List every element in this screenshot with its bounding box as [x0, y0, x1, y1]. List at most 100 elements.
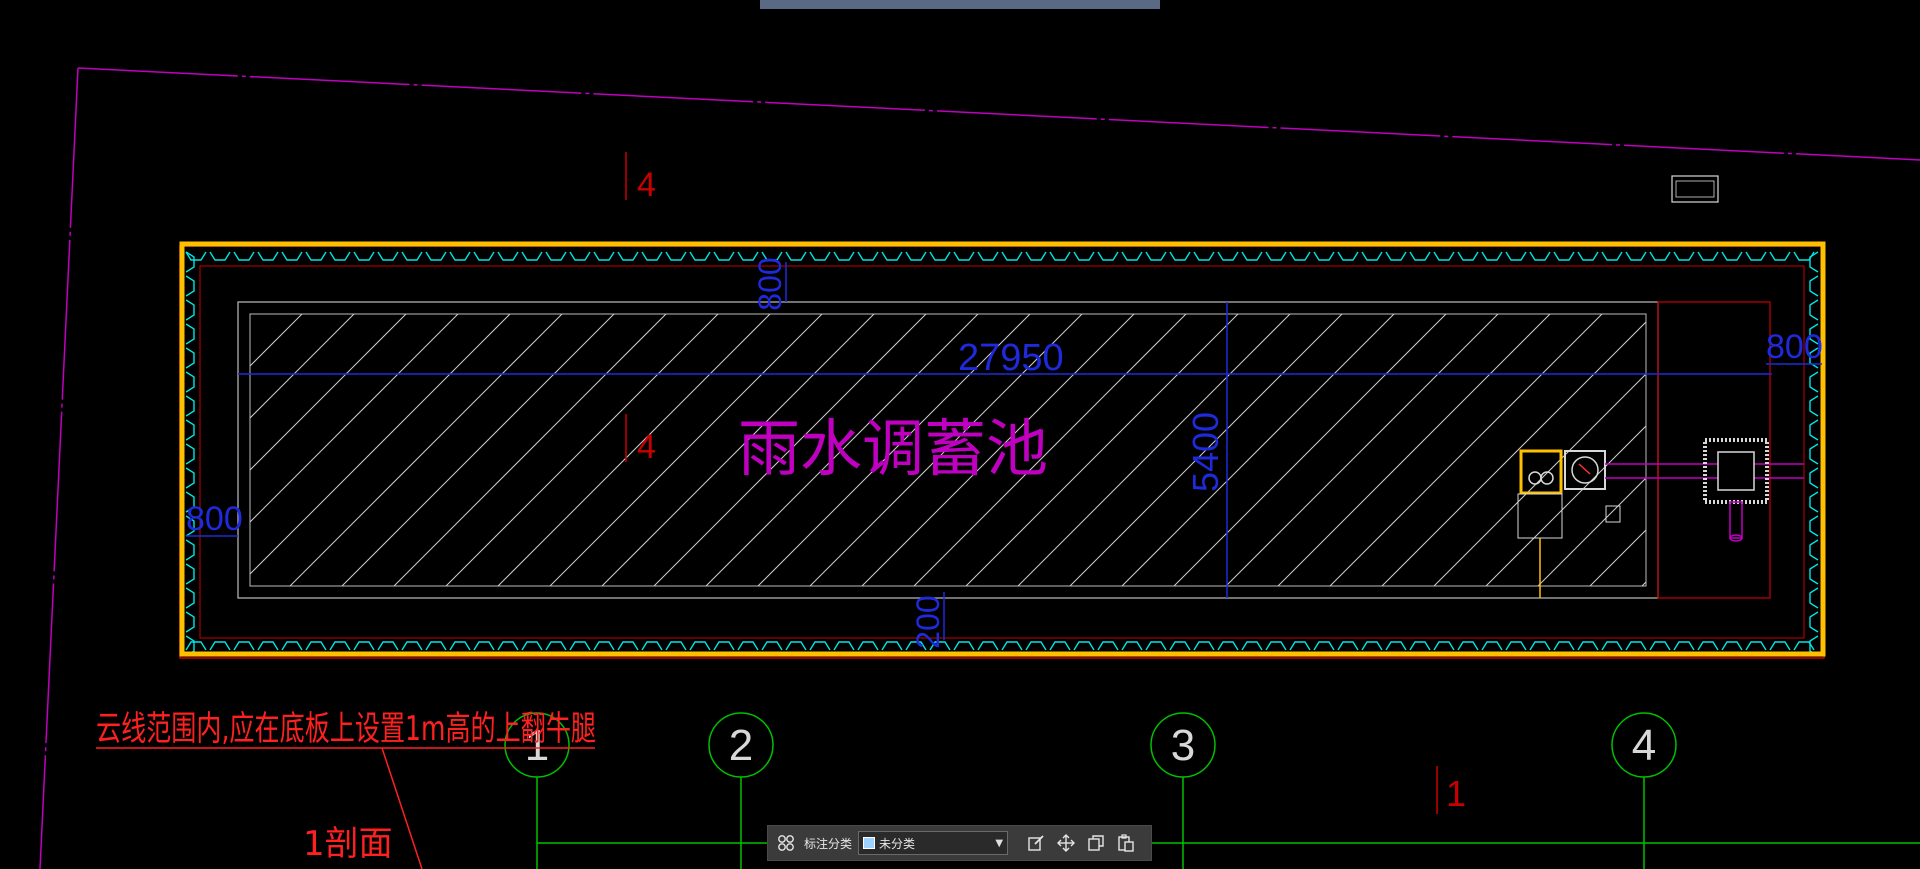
cloud-scallop [1457, 641, 1479, 651]
annotation-category-label: 标注分类 [804, 836, 853, 851]
cloud-scallop [1649, 641, 1671, 651]
cloud-scallop [1601, 641, 1623, 651]
valve-gauge-needle [1578, 463, 1591, 475]
riser-pipe [1729, 501, 1743, 539]
annotation-category-select[interactable]: 未分类 ▼ [858, 831, 1009, 855]
paste-icon[interactable] [1114, 831, 1138, 855]
cloud-scallop [1049, 251, 1071, 261]
cloud-scallop [425, 251, 447, 261]
cloud-scallop [1361, 641, 1383, 651]
cloud-scallop [353, 251, 375, 261]
pump-icon-b [1540, 471, 1554, 485]
cloud-scallop [521, 251, 543, 261]
cloud-scallop [353, 641, 375, 651]
pump-room [1657, 301, 1771, 599]
cloud-scallop [1809, 395, 1819, 417]
cloud-scallop [1809, 419, 1819, 441]
cloud-scallop [377, 251, 399, 261]
cloud-scallop [281, 251, 303, 261]
hatch-line [445, 314, 719, 586]
hatch-line [1225, 314, 1499, 586]
cloud-scallop [689, 251, 711, 261]
grid-icon[interactable] [774, 831, 798, 855]
hatch-line [1902, 314, 1920, 586]
cloud-scallop [593, 641, 615, 651]
cloud-scallop [809, 251, 831, 261]
hatch-line [497, 314, 771, 586]
cloud-scallop [1553, 641, 1575, 651]
cloud-scallop [1433, 251, 1455, 261]
cloud-scallop [185, 371, 195, 393]
dim-top-label: 800 [752, 257, 788, 310]
cloud-scallop [209, 251, 231, 261]
cloud-scallop [1193, 251, 1215, 261]
grid-axes: 1 2 3 4 [504, 712, 1920, 869]
cloud-scallop [257, 251, 279, 261]
cloud-scallop [545, 251, 567, 261]
cloud-scallop [1809, 275, 1819, 297]
cloud-scallop [1793, 641, 1815, 651]
cloud-scallop [1073, 641, 1095, 651]
dim-width-label: 5400 [1185, 412, 1226, 492]
cloud-scallop [1217, 251, 1239, 261]
cloud-scallop [881, 251, 903, 261]
move-icon[interactable] [1054, 831, 1078, 855]
cloud-scallop [1457, 251, 1479, 261]
selected-category: 未分类 [879, 836, 916, 851]
hatch-line [289, 314, 563, 586]
cloud-scallop [1145, 251, 1167, 261]
cloud-scallop [1769, 251, 1791, 261]
cloud-scallop [377, 641, 399, 651]
cloud-scallop [1241, 251, 1263, 261]
cloud-scallop [665, 641, 687, 651]
copy-icon[interactable] [1084, 831, 1108, 855]
drawing-canvas[interactable]: 4 27950 5400 800 200 800 800 4 雨水调蓄池 1 2… [0, 0, 1920, 869]
cloud-scallop [1529, 641, 1551, 651]
cloud-scallop [185, 275, 195, 297]
dim-length-label: 27950 [958, 337, 1064, 379]
hatch-line [393, 314, 667, 586]
cloud-scallop [185, 467, 195, 489]
cloud-scallop [449, 641, 471, 651]
section-label: 1剖面 [303, 824, 393, 864]
cloud-scallop [1409, 251, 1431, 261]
grid-axis-label: 4 [1632, 721, 1656, 770]
cloud-scallop [1625, 251, 1647, 261]
cloud-scallop [617, 641, 639, 651]
cloud-scallop [1809, 587, 1819, 609]
cloud-scallop [1073, 251, 1095, 261]
cloud-scallop [401, 251, 423, 261]
cloud-scallop [1745, 251, 1767, 261]
cloud-scallop [185, 539, 195, 561]
cloud-scallop [473, 641, 495, 651]
annotation-toolbar: 标注分类 未分类 ▼ [767, 825, 1152, 861]
cloud-scallop [1697, 641, 1719, 651]
cloud-scallop [329, 641, 351, 651]
section-mark-top: 4 [637, 166, 656, 204]
cloud-scallop [1481, 641, 1503, 651]
cloud-scallop [1121, 251, 1143, 261]
edit-icon[interactable] [1024, 831, 1048, 855]
area-label: 雨水调蓄池 [738, 412, 1048, 485]
cloud-scallop [1577, 251, 1599, 261]
cloud-scallop [1745, 641, 1767, 651]
grid-axis-label: 3 [1171, 721, 1195, 770]
category-color-swatch [863, 837, 876, 849]
cloud-scallop [953, 251, 975, 261]
cloud-scallop [1409, 641, 1431, 651]
chevron-down-icon: ▼ [995, 837, 1004, 849]
manhole-inner [1717, 451, 1755, 491]
cloud-scallop [1337, 251, 1359, 261]
cloud-scallop [881, 641, 903, 651]
cloud-scallop [593, 251, 615, 261]
cloud-scallop [185, 395, 195, 417]
cloud-scallop [1001, 641, 1023, 651]
cloud-scallop [689, 641, 711, 651]
equipment-tag-inner [1675, 180, 1715, 198]
cloud-scallop [281, 641, 303, 651]
hatch-line [341, 314, 615, 586]
cloud-scallop [809, 641, 831, 651]
cloud-scallop [1577, 641, 1599, 651]
cloud-scallop [233, 641, 255, 651]
cloud-scallop [785, 641, 807, 651]
